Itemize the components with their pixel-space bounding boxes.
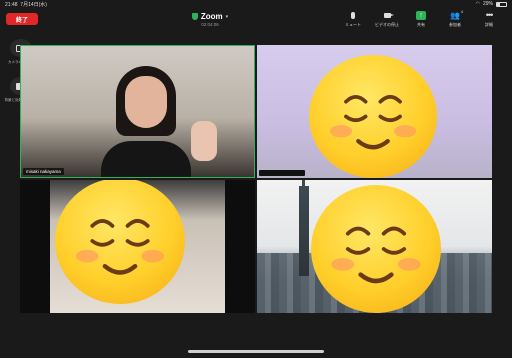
share-arrow-icon: ↑	[416, 11, 426, 20]
battery-icon	[496, 1, 507, 7]
stop-video-button[interactable]: ビデオの停止	[370, 11, 404, 28]
more-button[interactable]: ••• 詳細	[472, 11, 506, 28]
tower-background	[299, 180, 309, 276]
video-tile-4[interactable]	[257, 180, 492, 313]
share-label: 共有	[417, 22, 425, 27]
shield-icon	[191, 13, 198, 20]
participants-label: 参加者	[449, 22, 461, 27]
end-meeting-button[interactable]: 終了	[6, 13, 38, 25]
more-dots-icon: •••	[485, 10, 494, 20]
mute-button[interactable]: ミュート	[336, 11, 370, 28]
participant-video	[101, 66, 191, 177]
participant-name-tag	[259, 170, 305, 176]
video-tile-3[interactable]	[20, 180, 255, 313]
top-toolbar: ミュート ビデオの停止 ↑ 共有 👥 4 参加者 ••• 詳細	[336, 9, 506, 28]
meeting-info[interactable]: Zoom ▾ 02:04:06	[180, 12, 240, 27]
participants-button[interactable]: 👥 4 参加者	[438, 9, 472, 28]
microphone-icon	[351, 12, 355, 19]
chevron-down-icon: ▾	[225, 13, 229, 20]
status-right: ◠ 29%	[476, 1, 507, 7]
video-tile-1[interactable]: misaki nakayama	[20, 45, 255, 178]
smiling-emoji-icon	[311, 185, 441, 313]
mute-label: ミュート	[345, 22, 361, 27]
home-indicator[interactable]	[188, 350, 324, 353]
wifi-icon: ◠	[475, 1, 480, 7]
battery-percent: 29%	[482, 1, 493, 7]
participant-name-tag: misaki nakayama	[23, 168, 64, 175]
smiling-emoji-icon	[309, 55, 437, 178]
more-label: 詳細	[485, 22, 493, 27]
status-bar: 21:48 7月14日(水) ◠ 29%	[0, 0, 512, 9]
participants-count: 4	[460, 9, 463, 14]
meeting-timer: 02:04:06	[201, 22, 219, 27]
smiling-emoji-icon	[55, 180, 185, 304]
video-tile-2[interactable]	[257, 45, 492, 178]
video-camera-icon	[383, 13, 394, 18]
stop-video-label: ビデオの停止	[375, 22, 399, 27]
meeting-title: Zoom	[200, 12, 223, 21]
status-time: 21:48 7月14日(水)	[5, 2, 47, 8]
participants-icon: 👥	[450, 10, 460, 20]
share-button[interactable]: ↑ 共有	[404, 11, 438, 28]
peace-sign-hand	[191, 121, 217, 161]
